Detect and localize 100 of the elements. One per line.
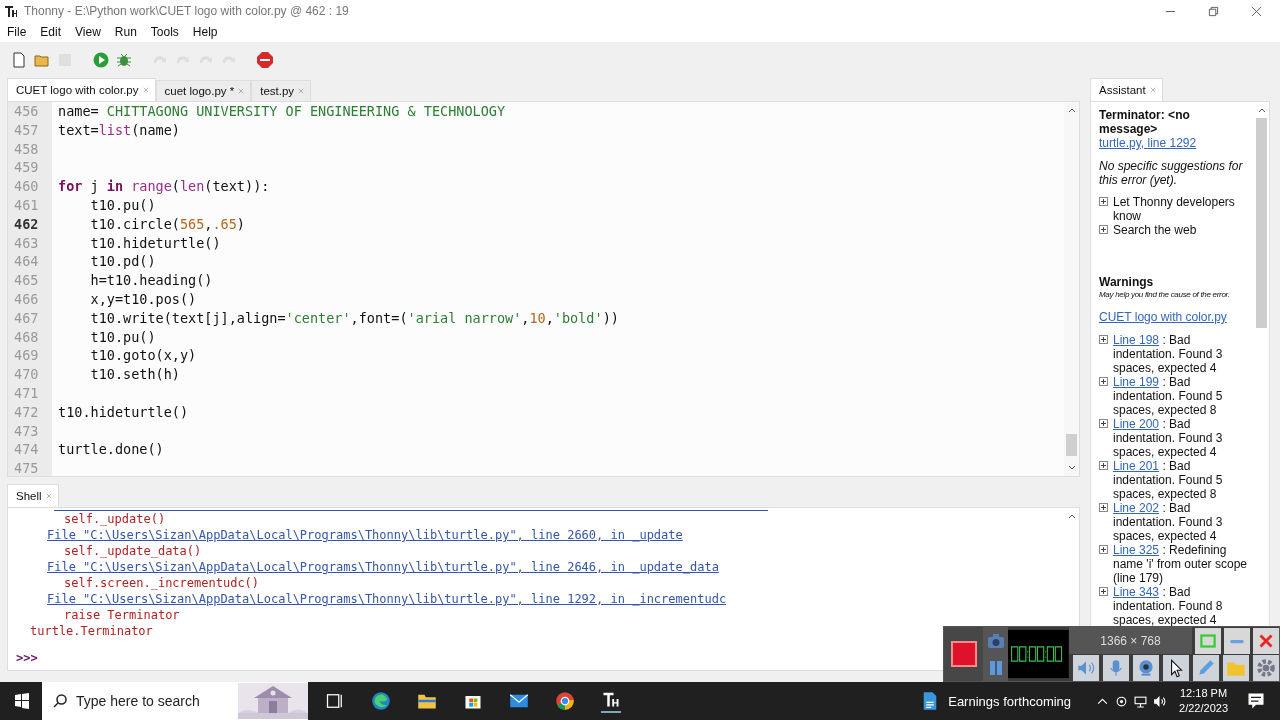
bug-icon[interactable]: [115, 51, 133, 69]
expand-icon[interactable]: [1099, 197, 1108, 206]
editor-tab[interactable]: CUET logo with color.py: [7, 78, 156, 101]
code-line: name= CHITTAGONG UNIVERSITY OF ENGINEERING & TECHNOLOGY: [58, 103, 506, 119]
warning-text: Line 202 : Bad indentation. Found 3 spaces, expected 4: [1113, 501, 1224, 543]
expand-icon[interactable]: [1099, 335, 1108, 344]
region-icon[interactable]: [1195, 627, 1221, 654]
cursor-icon[interactable]: [1163, 654, 1189, 681]
warning-text: Line 199 : Bad indentation. Found 5 spaces, expected 8: [1113, 375, 1224, 417]
stop-icon[interactable]: [256, 51, 274, 69]
shell-line: File "C:\Users\Sizan\AppData\Local\Programs\Thonny\lib\turtle.py", line 2660, in _update: [47, 528, 683, 542]
code-line: t10.goto(x,y): [89, 347, 197, 364]
expand-icon[interactable]: [1099, 461, 1108, 470]
new-file-icon[interactable]: [10, 51, 28, 69]
menu-item[interactable]: Tools: [150, 25, 179, 39]
expand-icon[interactable]: [1099, 503, 1108, 512]
code-line: t10.pu(): [89, 197, 156, 213]
error-location-link[interactable]: turtle.py, line 1292: [1099, 136, 1197, 150]
line-number: 473: [13, 421, 39, 441]
volume-icon[interactable]: [1153, 694, 1167, 708]
file-link[interactable]: CUET logo with color.py: [1099, 310, 1250, 324]
settings-icon[interactable]: [1253, 654, 1279, 681]
menu-item[interactable]: Edit: [40, 25, 62, 39]
error-title: Terminator: <no message>: [1099, 108, 1191, 136]
menu-item[interactable]: Help: [192, 25, 218, 39]
warning-line-link[interactable]: Line 325: [1113, 543, 1160, 557]
close-icon[interactable]: [1251, 5, 1262, 17]
line-number: 465: [13, 271, 39, 290]
shell-line: File "C:\Users\Sizan\AppData\Local\Programs\Thonny\lib\turtle.py", line 1292, in _incrementudc: [47, 592, 727, 606]
webcam-icon[interactable]: [1133, 654, 1159, 681]
code-line: t10.hideturtle(): [58, 403, 189, 420]
chrome-icon[interactable]: [555, 691, 575, 711]
news-text[interactable]: Earnings forthcoming: [948, 693, 1072, 709]
code-line: h=t10.heading(): [89, 272, 213, 289]
scrollbar-thumb[interactable]: [1066, 434, 1077, 456]
menu-item[interactable]: View: [75, 25, 101, 39]
code-line: t10.seth(h): [89, 366, 180, 383]
code-line: x,y=t10.pos(): [89, 290, 197, 307]
editor-tab[interactable]: test.py: [251, 80, 312, 101]
warning-text: Line 198 : Bad indentation. Found 3 spaces, expected 4: [1113, 333, 1224, 375]
line-number: 457: [13, 120, 39, 140]
notification-icon[interactable]: [1246, 691, 1266, 711]
shell-tab[interactable]: Shell: [7, 484, 59, 507]
warnings-subtitle: May help you find the cause of the error.: [1099, 289, 1231, 301]
window-title: Thonny - E:\Python work\CUET logo with color.py @ 462 : 19: [24, 4, 349, 18]
record-stop-button[interactable]: [944, 627, 984, 681]
restore-icon[interactable]: [1208, 5, 1219, 17]
folder-icon[interactable]: [1223, 654, 1249, 681]
expand-icon[interactable]: [1099, 377, 1108, 386]
run-icon[interactable]: [92, 51, 110, 69]
shell-line: self.screen._incrementudc(): [64, 576, 260, 590]
warning-text: Line 201 : Bad indentation. Found 5 spaces, expected 8: [1113, 459, 1224, 501]
line-number: 468: [13, 327, 39, 347]
minimize-icon[interactable]: [1224, 627, 1250, 654]
menu-item[interactable]: Run: [114, 25, 137, 39]
action-item[interactable]: Search the web: [1113, 223, 1197, 237]
line-number: 475: [13, 459, 39, 478]
warning-line-link[interactable]: Line 200: [1113, 417, 1160, 431]
network-icon[interactable]: [1134, 694, 1148, 708]
line-number: 471: [13, 383, 39, 403]
line-number: 470: [13, 365, 39, 384]
warning-line-link[interactable]: Line 199: [1113, 375, 1160, 389]
warning-line-link[interactable]: Line 343: [1113, 585, 1160, 599]
expand-icon[interactable]: [1099, 419, 1108, 428]
clock-time[interactable]: 12:18 PM: [1180, 686, 1228, 701]
warning-line-link[interactable]: Line 198: [1113, 333, 1160, 347]
warning-text: Line 200 : Bad indentation. Found 3 spaces, expected 4: [1113, 417, 1224, 459]
speaker-icon[interactable]: [1073, 654, 1099, 681]
start-icon[interactable]: [14, 693, 30, 709]
expand-icon[interactable]: [1099, 587, 1108, 596]
pencil-icon[interactable]: [1193, 654, 1219, 681]
code-line: t10.circle(565,.65): [89, 215, 245, 232]
microphone-icon[interactable]: [1103, 654, 1129, 681]
line-number: 461: [13, 196, 39, 215]
line-number: 467: [13, 308, 39, 328]
search-field[interactable]: Type here to search: [42, 682, 308, 720]
line-number: 474: [13, 440, 39, 460]
suggestion-note: No specific suggestions for this error (yet).: [1099, 159, 1244, 187]
expand-icon[interactable]: [1099, 545, 1108, 554]
close-icon[interactable]: [1253, 627, 1279, 654]
meeting-icon[interactable]: [1115, 694, 1129, 708]
warning-text: Line 343 : Bad indentation. Found 8 spaces, expected 4: [1113, 585, 1224, 627]
action-item[interactable]: Let Thonny developers know: [1113, 195, 1250, 223]
line-number: 460: [13, 177, 39, 196]
editor-tab[interactable]: cuet logo.py *: [155, 80, 252, 101]
scrollbar-thumb[interactable]: [1256, 118, 1267, 328]
line-number: 464: [13, 252, 39, 272]
browser-icon[interactable]: [371, 691, 391, 711]
shell-line: self._update(): [64, 512, 166, 526]
search-icon: [52, 693, 68, 709]
code-line: for j in range(len(text)):: [58, 178, 270, 195]
line-number: 459: [13, 158, 39, 178]
menu-item[interactable]: File: [7, 25, 27, 39]
warning-line-link[interactable]: Line 201: [1113, 459, 1160, 473]
assistant-tab[interactable]: Assistant: [1090, 78, 1163, 101]
clock-date[interactable]: 2/22/2023: [1179, 701, 1228, 716]
task-view-icon[interactable]: [325, 691, 345, 711]
line-number: 463: [13, 233, 39, 253]
expand-icon[interactable]: [1099, 225, 1108, 234]
warning-line-link[interactable]: Line 202: [1113, 501, 1160, 515]
